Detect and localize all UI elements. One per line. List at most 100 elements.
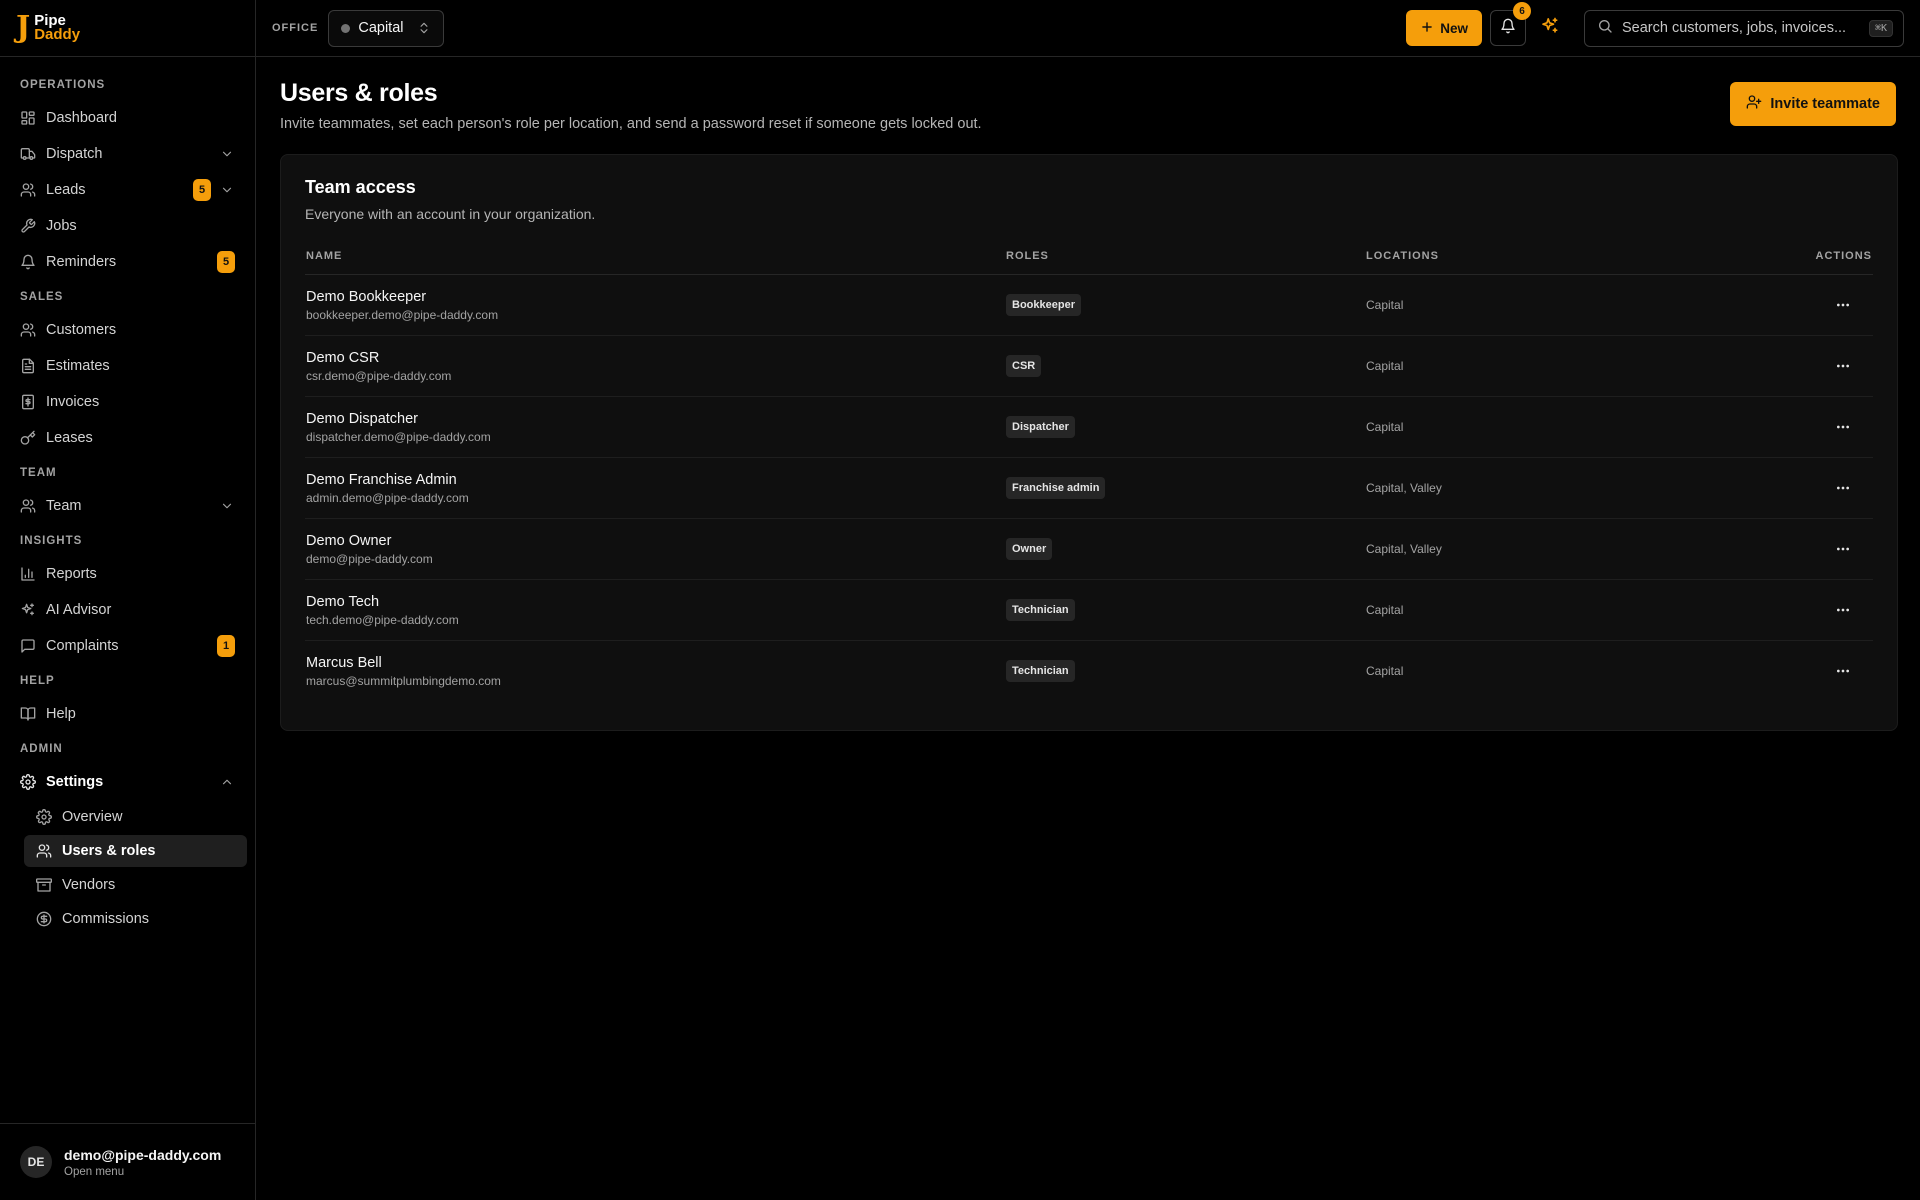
page-content: Users & roles Invite teammates, set each… <box>256 57 1920 731</box>
main-area: OFFICE Capital New 6 Search customers, j… <box>256 0 1920 1200</box>
search-input[interactable] <box>1622 20 1860 36</box>
cell-actions <box>1725 397 1873 458</box>
cell-name: Demo Bookkeeper bookkeeper.demo@pipe-dadd… <box>305 275 1005 336</box>
new-button[interactable]: New <box>1406 10 1482 46</box>
sidebar-item-dispatch[interactable]: Dispatch <box>8 137 247 171</box>
avatar: DE <box>20 1146 52 1178</box>
user-email: demo@pipe-daddy.com <box>64 1146 222 1163</box>
message-icon <box>20 638 36 654</box>
sidebar-item-users-and-roles[interactable]: Users & roles <box>24 835 247 867</box>
locations-text: Capital <box>1366 420 1404 434</box>
page-title: Users & roles <box>280 79 438 107</box>
status-dot <box>341 23 351 33</box>
office-select[interactable]: Capital <box>328 9 445 47</box>
sidebar-item-commissions[interactable]: Commissions <box>24 903 247 935</box>
sidebar-item-label: Complaints <box>46 638 119 654</box>
locations-text: Capital <box>1366 359 1404 373</box>
sidebar-item-ai-advisor[interactable]: AI Advisor <box>8 593 247 627</box>
sidebar-item-settings[interactable]: Settings <box>8 765 247 799</box>
role-badge: Technician <box>1006 660 1075 683</box>
more-actions-icon[interactable] <box>1831 293 1855 317</box>
cell-locations: Capital <box>1365 641 1725 702</box>
cell-actions <box>1725 336 1873 397</box>
locations-text: Capital, Valley <box>1366 542 1442 556</box>
chevron-down-icon[interactable] <box>219 498 235 514</box>
role-badge: Bookkeeper <box>1006 294 1081 316</box>
cell-name: Demo Tech tech.demo@pipe-daddy.com <box>305 580 1005 641</box>
more-actions-icon[interactable] <box>1831 598 1855 622</box>
user-name: Marcus Bell <box>306 654 382 671</box>
cell-actions <box>1725 275 1873 336</box>
table-row: Demo Bookkeeper bookkeeper.demo@pipe-dadd… <box>305 275 1873 336</box>
sidebar-item-reports[interactable]: Reports <box>8 557 247 591</box>
sidebar-nav: OPERATIONS Dashboard Dispatch Leads 5 Jobs Rem… <box>0 57 255 1123</box>
sidebar-item-complaints[interactable]: Complaints 1 <box>8 629 247 663</box>
sidebar-item-leads[interactable]: Leads 5 <box>8 173 247 207</box>
sidebar-item-reminders[interactable]: Reminders 5 <box>8 245 247 279</box>
column-header-name: NAME <box>305 250 1005 275</box>
invite-button-label: Invite teammate <box>1770 96 1880 112</box>
wrench-icon <box>20 218 36 234</box>
sidebar-item-vendors[interactable]: Vendors <box>24 869 247 901</box>
truck-icon <box>20 146 36 162</box>
team-access-card: Team access Everyone with an account in … <box>280 154 1898 731</box>
user-email: admin.demo@pipe-daddy.com <box>306 490 469 505</box>
sidebar-item-customers[interactable]: Customers <box>8 313 247 347</box>
chevron-down-icon[interactable] <box>219 146 235 162</box>
column-header-actions: ACTIONS <box>1725 250 1873 275</box>
users-icon <box>20 182 36 198</box>
sidebar-item-jobs[interactable]: Jobs <box>8 209 247 243</box>
more-actions-icon[interactable] <box>1831 537 1855 561</box>
sidebar-item-label: Help <box>46 706 76 722</box>
sidebar-item-label: Leases <box>46 430 93 446</box>
sparkles-icon <box>1540 16 1560 41</box>
sidebar-item-team[interactable]: Team <box>8 489 247 523</box>
user-name: Demo Owner <box>306 532 392 549</box>
sidebar-item-help[interactable]: Help <box>8 697 247 731</box>
cell-roles: Bookkeeper <box>1005 275 1365 336</box>
global-search[interactable]: ⌘K <box>1584 9 1904 47</box>
chevron-down-icon[interactable] <box>219 182 235 198</box>
office-label: OFFICE <box>272 22 319 34</box>
user-email: marcus@summitplumbingdemo.com <box>306 673 501 688</box>
cell-locations: Capital, Valley <box>1365 519 1725 580</box>
role-badge: Technician <box>1006 599 1075 621</box>
logo-line-2: Daddy <box>34 26 81 43</box>
receipt-icon <box>20 394 36 410</box>
locations-text: Capital <box>1366 664 1404 679</box>
sidebar-item-label: Customers <box>46 322 117 338</box>
dollar-circle-icon <box>36 911 52 927</box>
sidebar-item-label: Estimates <box>46 358 110 374</box>
user-menu[interactable]: DE demo@pipe-daddy.com Open menu <box>0 1123 255 1200</box>
user-name: Demo Dispatcher <box>306 410 419 427</box>
notification-count-badge: 6 <box>1513 2 1531 20</box>
sidebar-item-dashboard[interactable]: Dashboard <box>8 101 247 135</box>
chevron-up-icon[interactable] <box>219 774 235 790</box>
sidebar-item-overview[interactable]: Overview <box>24 801 247 833</box>
office-value: Capital <box>358 20 404 36</box>
ai-assistant-button[interactable] <box>1532 10 1568 46</box>
invite-teammate-button[interactable]: Invite teammate <box>1730 82 1896 126</box>
logo-wordmark: Pipe Daddy <box>34 13 81 43</box>
notifications-button[interactable]: 6 <box>1490 2 1531 46</box>
sidebar-item-label: Commissions <box>62 911 150 927</box>
cell-name: Demo Dispatcher dispatcher.demo@pipe-dadd… <box>305 397 1005 458</box>
more-actions-icon[interactable] <box>1831 415 1855 439</box>
more-actions-icon[interactable] <box>1831 476 1855 500</box>
sidebar-item-leases[interactable]: Leases <box>8 421 247 455</box>
pipe-daddy-logo[interactable]: J Pipe Daddy <box>16 13 80 43</box>
nav-section-label: OPERATIONS <box>20 79 106 91</box>
more-actions-icon[interactable] <box>1831 659 1855 683</box>
cell-name: Demo Franchise Admin admin.demo@pipe-dadd… <box>305 458 1005 519</box>
sidebar-item-invoices[interactable]: Invoices <box>8 385 247 419</box>
nav-section-label: ADMIN <box>20 743 63 755</box>
more-actions-icon[interactable] <box>1831 354 1855 378</box>
bell-icon <box>1500 18 1516 39</box>
table-row: Demo Tech tech.demo@pipe-daddy.com Technic… <box>305 580 1873 641</box>
user-email: tech.demo@pipe-daddy.com <box>306 612 459 627</box>
table-row: Demo Owner demo@pipe-daddy.com Owner Capita… <box>305 519 1873 580</box>
locations-text: Capital <box>1366 603 1404 617</box>
users-icon <box>20 498 36 514</box>
sidebar-item-estimates[interactable]: Estimates <box>8 349 247 383</box>
user-email: csr.demo@pipe-daddy.com <box>306 368 452 383</box>
